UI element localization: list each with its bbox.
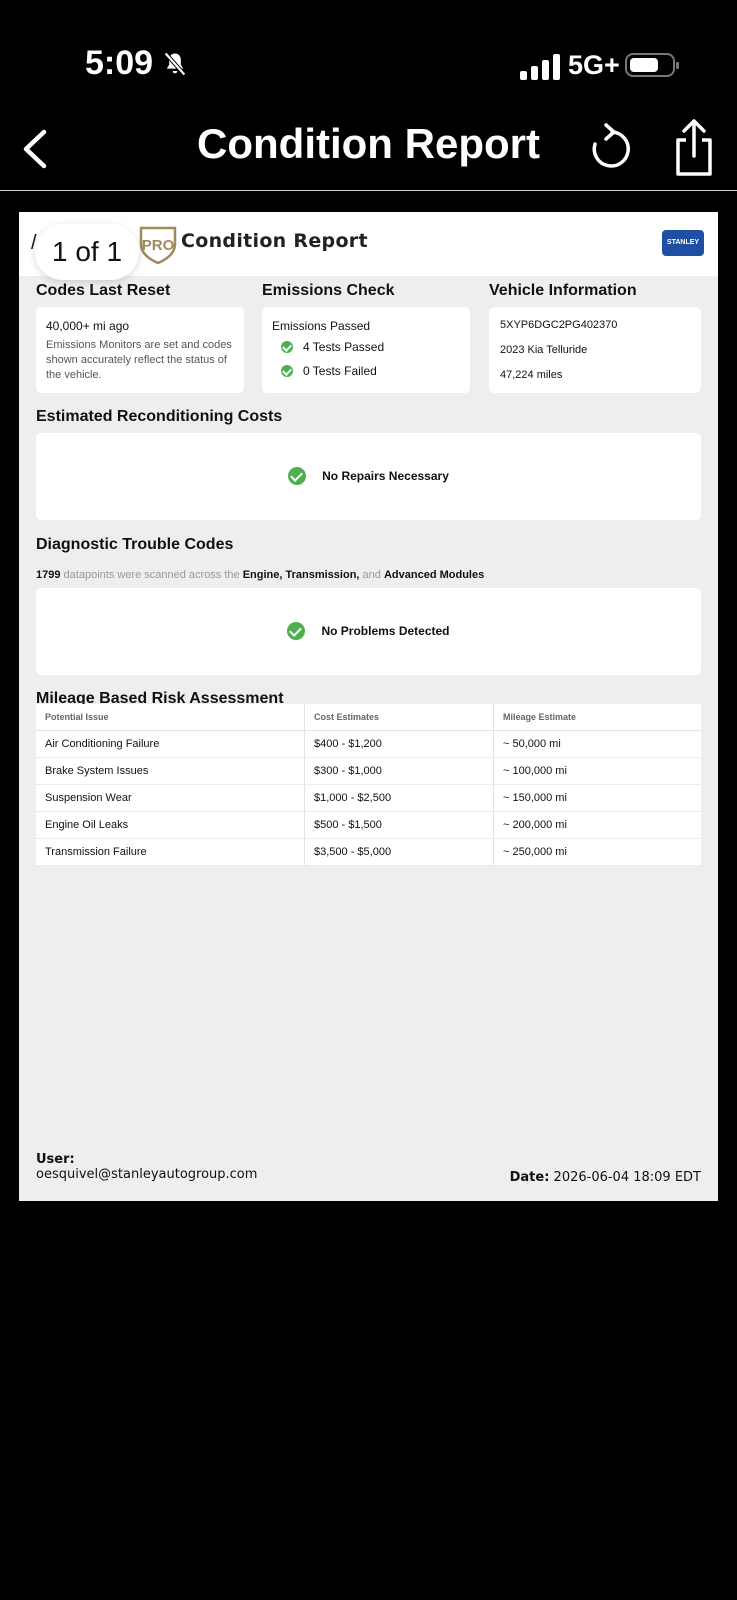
tests-passed: 4 Tests Passed — [303, 340, 385, 354]
cost-cell: $400 - $1,200 — [304, 730, 494, 758]
table-row: Air Conditioning Failure $400 - $1,200 ~… — [36, 730, 701, 758]
tests-failed: 0 Tests Failed — [303, 364, 377, 378]
column-header: Mileage Estimate — [493, 704, 701, 731]
table-header-row: Potential Issue Cost Estimates Mileage E… — [36, 704, 701, 731]
dtc-card: No Problems Detected — [36, 588, 701, 675]
status-bar: 5:09 5G+ — [0, 0, 737, 110]
dtc-count: 1799 — [36, 569, 61, 581]
date-value: 2026-06-04 18:09 EDT — [553, 1170, 701, 1185]
condition-report-document[interactable]: PRO Condition Report STANLEY Codes Last … — [19, 212, 718, 1201]
issue-cell: Brake System Issues — [36, 757, 305, 785]
dtc-text-1: datapoints were scanned across the — [63, 569, 240, 581]
cost-cell: $3,500 - $5,000 — [304, 838, 494, 866]
cost-cell: $1,000 - $2,500 — [304, 784, 494, 812]
issue-cell: Engine Oil Leaks — [36, 811, 305, 839]
dtc-modules-2: Advanced Modules — [383, 569, 485, 581]
footer-user: User: oesquivel@stanleyautogroup.com — [36, 1152, 257, 1182]
footer-date: Date: 2026-06-04 18:09 EDT — [510, 1170, 701, 1185]
codes-reset-note: Emissions Monitors are set and codes sho… — [46, 339, 232, 381]
table-row: Brake System Issues $300 - $1,000 ~ 100,… — [36, 757, 701, 785]
check-icon — [281, 341, 293, 353]
mileage-cell: ~ 50,000 mi — [493, 730, 701, 758]
emissions-status: Emissions Passed — [272, 319, 371, 333]
dtc-status-row: No Problems Detected — [36, 622, 701, 640]
bell-muted-icon — [164, 51, 186, 76]
clock: 5:09 — [85, 44, 154, 82]
network-type: 5G+ — [568, 50, 620, 80]
codes-reset-title: Codes Last Reset — [36, 282, 171, 299]
navigation-bar: Condition Report — [0, 110, 737, 191]
dtc-title: Diagnostic Trouble Codes — [36, 536, 234, 553]
table-row: Suspension Wear $1,000 - $2,500 ~ 150,00… — [36, 784, 701, 812]
report-title: Condition Report — [181, 230, 368, 252]
mileage-cell: ~ 200,000 mi — [493, 811, 701, 839]
vehicle-vin: 5XYP6DGC2PG402370 — [500, 319, 618, 331]
page-indicator: 1 of 1 — [35, 224, 139, 280]
tests-passed-row: 4 Tests Passed — [281, 340, 384, 354]
user-email: oesquivel@stanleyautogroup.com — [36, 1167, 258, 1182]
mileage-cell: ~ 150,000 mi — [493, 784, 701, 812]
dtc-text-2: and — [362, 569, 381, 581]
battery-icon — [625, 53, 679, 77]
status-time: 5:09 — [85, 44, 189, 83]
vehicle-info-card: 5XYP6DGC2PG402370 2023 Kia Telluride 47,… — [489, 307, 701, 393]
codes-reset-value: 40,000+ mi ago — [46, 319, 130, 333]
codes-reset-card: 40,000+ mi ago Emissions Monitors are se… — [36, 307, 244, 393]
vehicle-info-title: Vehicle Information — [489, 282, 637, 299]
risk-table: Potential Issue Cost Estimates Mileage E… — [36, 704, 701, 866]
table-row: Engine Oil Leaks $500 - $1,500 ~ 200,000… — [36, 811, 701, 839]
dtc-status: No Problems Detected — [321, 624, 450, 638]
table-row: Transmission Failure $3,500 - $5,000 ~ 2… — [36, 838, 701, 866]
emissions-title: Emissions Check — [262, 282, 395, 299]
dealer-logo: STANLEY — [662, 230, 704, 256]
svg-text:PRO: PRO — [142, 237, 175, 254]
issue-cell: Air Conditioning Failure — [36, 730, 305, 758]
check-icon — [281, 365, 293, 377]
share-icon[interactable] — [670, 118, 718, 178]
recon-status: No Repairs Necessary — [322, 469, 449, 483]
cost-cell: $500 - $1,500 — [304, 811, 494, 839]
emissions-card: Emissions Passed 4 Tests Passed 0 Tests … — [262, 307, 470, 393]
column-header: Potential Issue — [36, 704, 305, 731]
date-label: Date: — [509, 1170, 550, 1185]
issue-cell: Suspension Wear — [36, 784, 305, 812]
tests-failed-row: 0 Tests Failed — [281, 364, 377, 378]
recon-title: Estimated Reconditioning Costs — [36, 408, 283, 425]
cell-signal-icon — [520, 52, 560, 80]
pro-shield-logo-icon: PRO — [139, 226, 177, 264]
vehicle-miles: 47,224 miles — [500, 369, 563, 381]
column-header: Cost Estimates — [304, 704, 494, 731]
cost-cell: $300 - $1,000 — [304, 757, 494, 785]
check-circle-icon — [287, 622, 306, 640]
mileage-cell: ~ 250,000 mi — [493, 838, 701, 866]
mileage-cell: ~ 100,000 mi — [493, 757, 701, 785]
dtc-modules-1: Engine, Transmission, — [242, 569, 360, 581]
user-label: User: — [36, 1152, 75, 1167]
issue-cell: Transmission Failure — [36, 838, 305, 866]
recon-status-row: No Repairs Necessary — [36, 467, 701, 485]
dtc-summary: 1799 datapoints were scanned across the … — [36, 569, 484, 581]
reload-icon[interactable] — [584, 120, 632, 174]
recon-card: No Repairs Necessary — [36, 433, 701, 520]
vehicle-model: 2023 Kia Telluride — [500, 344, 588, 356]
check-circle-icon — [288, 467, 307, 485]
